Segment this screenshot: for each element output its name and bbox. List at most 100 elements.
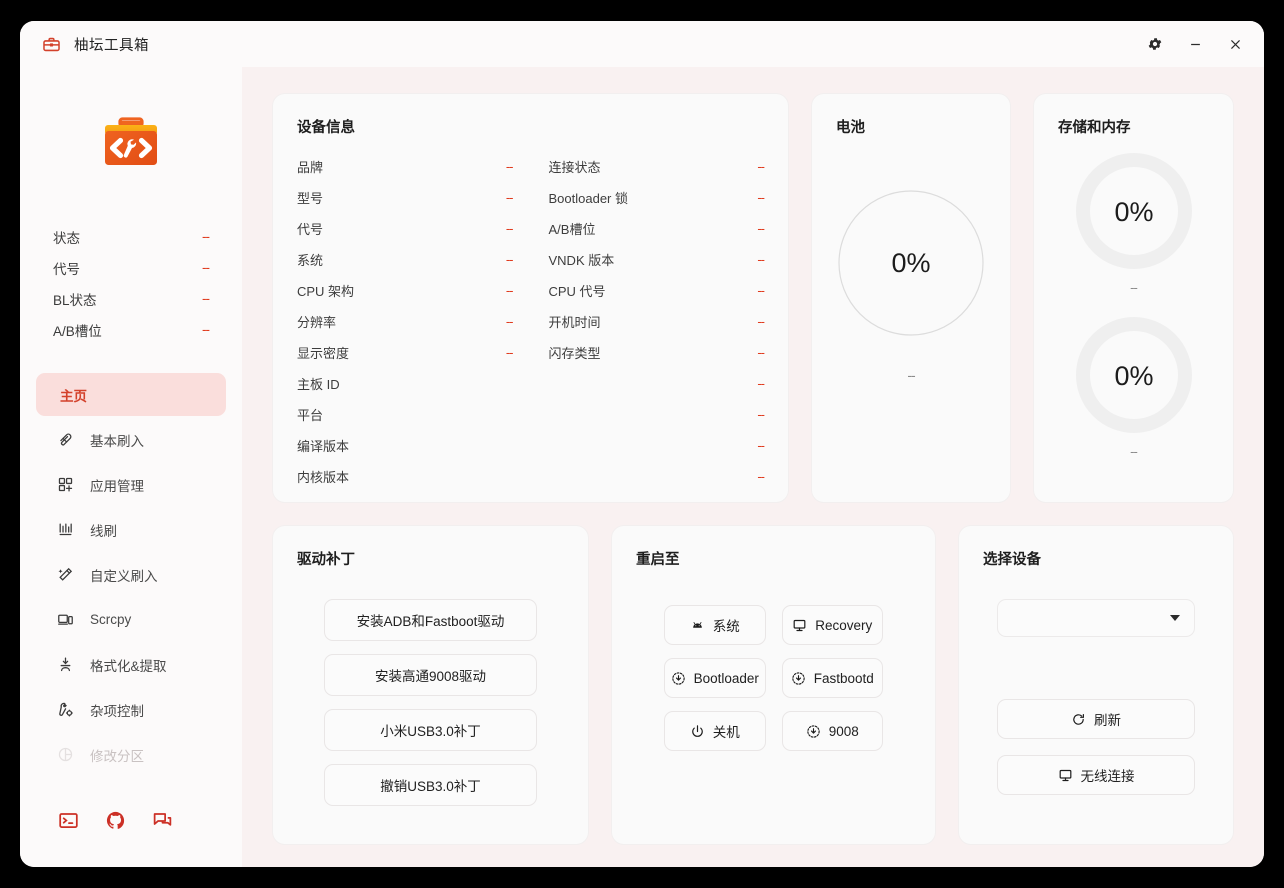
status-value: -- (202, 291, 210, 306)
sidebar-item-label: 修改分区 (90, 748, 144, 764)
device-info-value: -- (505, 221, 514, 236)
device-info-label: VNDK 版本 (548, 253, 615, 268)
close-icon (1228, 37, 1243, 52)
install-adb-fastboot-driver-button[interactable]: 安装ADB和Fastboot驱动 (324, 599, 537, 641)
memory-detail: -- (1130, 444, 1138, 459)
driver-patch-card: 驱动补丁 安装ADB和Fastboot驱动 安装高通9008驱动 小米USB3.… (272, 525, 589, 845)
sidebar-item-misc-control[interactable]: 杂项控制 (36, 688, 226, 731)
status-row: A/B槽位 -- (53, 314, 210, 345)
magic-wand-icon (56, 566, 74, 583)
status-row: BL状态 -- (53, 283, 210, 314)
device-info-value: -- (505, 190, 514, 205)
device-info-row: CPU 代号 -- (531, 275, 765, 306)
sidebar-item-label: 基本刷入 (90, 433, 144, 449)
card-title: 设备信息 (297, 120, 355, 136)
reboot-fastbootd-button[interactable]: Fastbootd (781, 658, 883, 698)
device-info-row: CPU 架构 -- (297, 275, 531, 306)
device-info-row: 品牌 -- (297, 151, 531, 182)
device-screen-icon (56, 611, 74, 628)
button-label: Fastbootd (813, 670, 874, 686)
device-info-label: CPU 代号 (548, 284, 606, 299)
reboot-9008-button[interactable]: 9008 (781, 711, 883, 751)
reboot-bootloader-button[interactable]: Bootloader (664, 658, 766, 698)
device-info-label: 分辨率 (297, 315, 337, 330)
chart-flash-icon (56, 521, 74, 538)
reboot-system-button[interactable]: 系统 (664, 605, 766, 645)
device-info-value: -- (757, 469, 765, 484)
sidebar-item-wire-flash[interactable]: 线刷 (36, 508, 226, 551)
device-info-label: CPU 架构 (297, 284, 355, 299)
power-icon (690, 724, 705, 739)
flash-icon (56, 431, 74, 448)
device-select-dropdown[interactable] (997, 599, 1195, 637)
device-info-value: -- (505, 252, 514, 267)
status-label: BL状态 (53, 292, 97, 308)
close-button[interactable] (1220, 30, 1250, 58)
button-label: 9008 (828, 723, 859, 739)
sidebar: 状态 -- 代号 -- BL状态 -- A/B槽位 -- 主页 基本刷入 应用管… (20, 67, 242, 867)
device-info-value: -- (505, 314, 514, 329)
github-icon[interactable] (105, 810, 126, 831)
device-status-summary: 状态 -- 代号 -- BL状态 -- A/B槽位 -- (36, 183, 226, 345)
sidebar-item-scrcpy[interactable]: Scrcpy (36, 598, 226, 641)
wireless-connect-button[interactable]: 无线连接 (997, 755, 1195, 795)
device-info-label: 连接状态 (548, 160, 601, 175)
revoke-usb3-patch-button[interactable]: 撤销USB3.0补丁 (324, 764, 537, 806)
wrench-gear-icon (56, 701, 74, 718)
device-info-label: 系统 (297, 253, 324, 268)
device-info-row: 开机时间 -- (531, 306, 765, 337)
device-info-value: -- (757, 345, 765, 360)
apps-add-icon (56, 476, 74, 493)
device-info-label: 品牌 (297, 160, 324, 175)
download-circle-icon (671, 671, 686, 686)
device-info-value: -- (757, 252, 765, 267)
button-label: Recovery (815, 617, 873, 633)
minimize-button[interactable] (1180, 30, 1210, 58)
chat-icon[interactable] (152, 810, 173, 831)
power-off-button[interactable]: 关机 (664, 711, 766, 751)
sidebar-item-app-manage[interactable]: 应用管理 (36, 463, 226, 506)
sidebar-item-basic-flash[interactable]: 基本刷入 (36, 418, 226, 461)
status-value: -- (202, 322, 210, 337)
device-info-row: 分辨率 -- (297, 306, 531, 337)
settings-button[interactable] (1140, 30, 1170, 58)
device-info-row: 内核版本 -- (297, 461, 765, 492)
status-label: A/B槽位 (53, 323, 102, 339)
sidebar-item-format-extract[interactable]: 格式化&提取 (36, 643, 226, 686)
device-info-label: Bootloader 锁 (548, 191, 629, 206)
monitor-icon (1058, 768, 1073, 783)
xiaomi-usb3-patch-button[interactable]: 小米USB3.0补丁 (324, 709, 537, 751)
button-label: 安装高通9008驱动 (374, 669, 487, 684)
terminal-icon[interactable] (58, 810, 79, 831)
sidebar-item-home[interactable]: 主页 (36, 373, 226, 416)
battery-detail: -- (907, 367, 915, 383)
device-info-value: -- (505, 345, 514, 360)
device-info-label: 平台 (297, 408, 324, 423)
sidebar-item-custom-flash[interactable]: 自定义刷入 (36, 553, 226, 596)
sidebar-item-label: 杂项控制 (90, 703, 144, 719)
button-label: 无线连接 (1080, 769, 1135, 784)
refresh-devices-button[interactable]: 刷新 (997, 699, 1195, 739)
pie-partition-icon (56, 746, 74, 763)
status-label: 状态 (53, 230, 80, 246)
card-title: 存储和内存 (1058, 120, 1131, 136)
device-info-full-rows: 主板 ID -- 平台 -- 编译版本 -- 内核版本 -- (297, 368, 765, 492)
install-qualcomm-9008-driver-button[interactable]: 安装高通9008驱动 (324, 654, 537, 696)
device-info-value: -- (505, 283, 514, 298)
device-info-value: -- (757, 407, 765, 422)
button-label: 安装ADB和Fastboot驱动 (356, 614, 505, 629)
app-window: 柚坛工具箱 状态 -- 代号 -- BL状态 -- A/B槽位 -- 主页 基本… (20, 21, 1264, 867)
device-info-right-column: 连接状态 -- Bootloader 锁 -- A/B槽位 -- VNDK 版本… (531, 151, 765, 368)
reboot-recovery-button[interactable]: Recovery (781, 605, 883, 645)
status-row: 状态 -- (53, 221, 210, 252)
device-info-value: -- (757, 283, 765, 298)
card-title: 驱动补丁 (297, 552, 355, 568)
sidebar-nav: 主页 基本刷入 应用管理 线刷 自定义刷入 Scrcpy 格式化&提取 杂项控制… (36, 373, 226, 776)
device-info-row: A/B槽位 -- (531, 213, 765, 244)
device-info-row: 代号 -- (297, 213, 531, 244)
button-label: 系统 (712, 619, 740, 634)
sidebar-item-modify-partition[interactable]: 修改分区 (36, 733, 226, 776)
sidebar-item-label: 线刷 (90, 523, 117, 539)
device-info-value: -- (757, 376, 765, 391)
button-label: Bootloader (693, 670, 759, 686)
